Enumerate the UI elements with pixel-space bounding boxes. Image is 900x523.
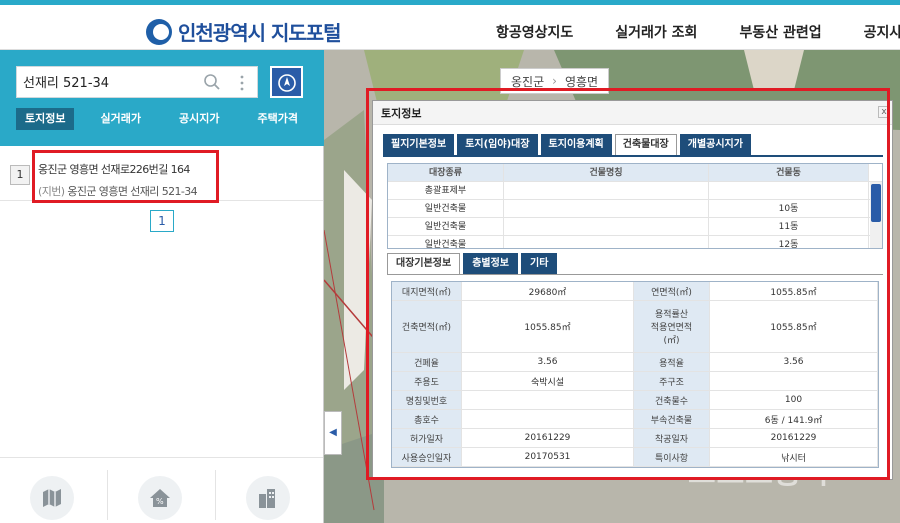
divider [215,470,216,520]
svg-text:%: % [156,497,164,506]
tab-house-price[interactable]: 주택가격 [245,108,309,130]
top-nav: 항공영상지도 실거래가 조회 부동산 관련업 공지사 [496,22,900,42]
location-crosshair-icon [278,74,296,92]
page-number-button[interactable]: 1 [150,210,174,232]
divider [107,470,108,520]
portal-logo[interactable]: 인천광역시 지도포털 [146,17,342,46]
incheon-logo-icon [146,18,172,45]
search-area: 토지정보 실거래가 공시지가 주택가격 [0,50,324,146]
nav-aerial-map[interactable]: 항공영상지도 [496,22,573,42]
tab-public-price[interactable]: 공시지가 [167,108,231,130]
search-icon[interactable] [203,73,221,91]
nav-real-estate[interactable]: 부동산 관련업 [739,22,821,42]
more-options-icon[interactable] [239,73,245,93]
chevron-right-icon: › [552,74,557,88]
result-number: 1 [10,165,30,185]
tab-land-info[interactable]: 토지정보 [16,108,75,130]
breadcrumb-county[interactable]: 옹진군 [511,73,544,90]
tab-real-price[interactable]: 실거래가 [88,108,152,130]
house-percent-icon[interactable]: % [138,476,182,520]
top-header: 인천광역시 지도포털 항공영상지도 실거래가 조회 부동산 관련업 공지사 [0,0,900,50]
info-tabs: 토지정보 실거래가 공시지가 주택가격 [16,108,324,130]
map-icon[interactable] [30,476,74,520]
highlight-box [366,88,890,480]
collapse-panel-button[interactable]: ◀ [324,411,342,455]
buildings-icon[interactable] [246,476,290,520]
portal-title: 인천광역시 지도포털 [178,21,342,45]
search-input[interactable] [23,74,193,89]
highlight-box [32,150,219,203]
current-location-button[interactable] [270,66,303,98]
nav-real-price[interactable]: 실거래가 조회 [615,22,697,42]
nav-public-notice[interactable]: 공지사 [864,22,900,42]
search-box [16,66,258,98]
left-panel: 토지정보 실거래가 공시지가 주택가격 1 옹진군 영흥면 선재로226번길 1… [0,50,324,523]
breadcrumb-town[interactable]: 영흥면 [565,73,598,90]
bottom-toolbar: % [0,457,323,523]
